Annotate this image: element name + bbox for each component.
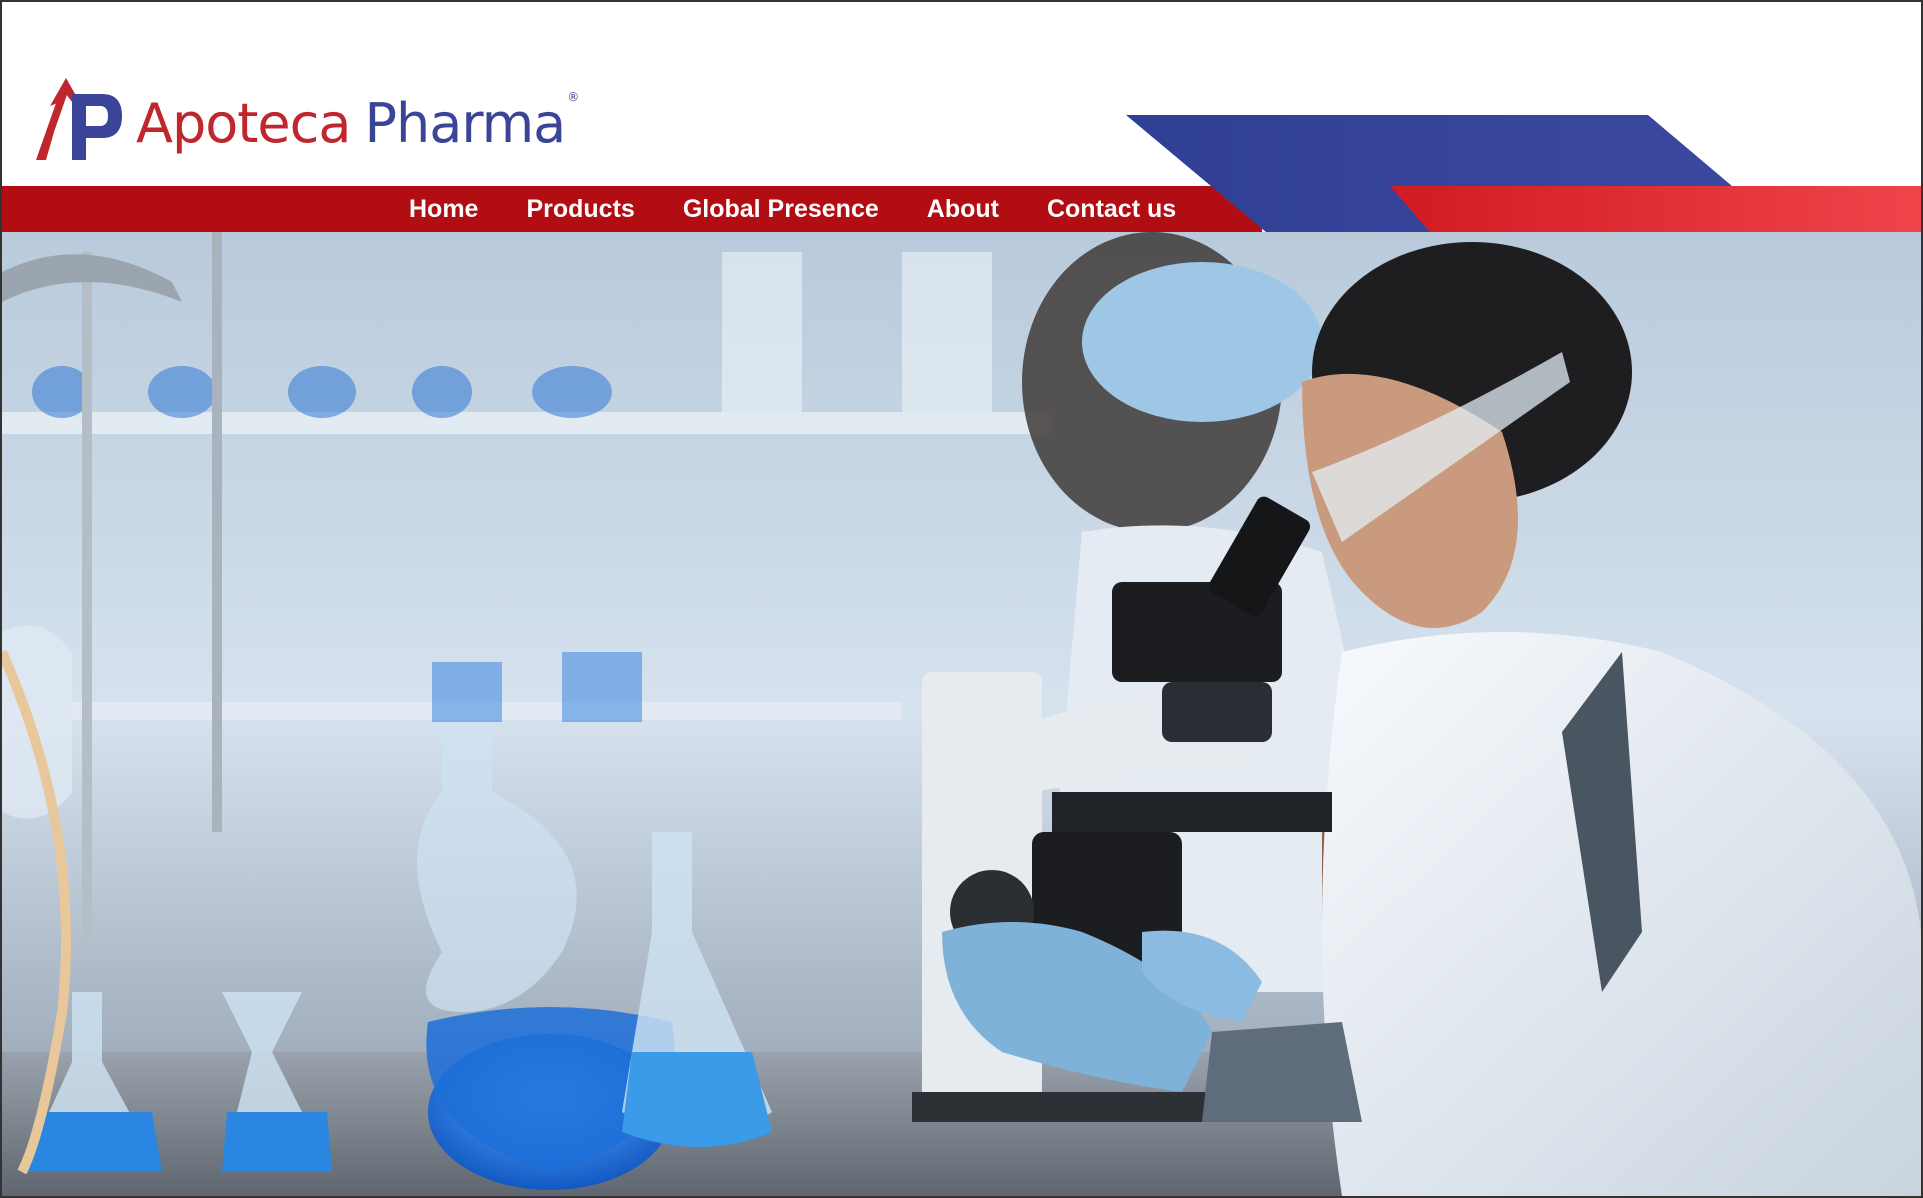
nav-item-home[interactable]: Home: [385, 195, 502, 224]
red-slant-band: [1390, 186, 1921, 232]
nav-item-contact-us[interactable]: Contact us: [1023, 195, 1200, 224]
brand-name-part1: Apoteca: [136, 92, 351, 155]
hero-image: [2, 232, 1921, 1196]
nav-item-global-presence[interactable]: Global Presence: [659, 195, 903, 224]
nav-item-products[interactable]: Products: [502, 195, 658, 224]
brand-logo[interactable]: Apoteca Pharma ®: [32, 76, 579, 164]
registered-mark: ®: [567, 90, 579, 104]
laboratory-scientists-microscope-photo: [2, 232, 1921, 1196]
page: Apoteca Pharma ® Home Products Global Pres…: [0, 0, 1923, 1198]
brand-name: Apoteca Pharma ®: [136, 91, 579, 151]
nav-item-about[interactable]: About: [903, 195, 1023, 224]
blue-slant-band: [1126, 115, 1921, 232]
main-nav: Home Products Global Presence About Cont…: [385, 186, 1200, 232]
brand-name-part2: Pharma: [364, 92, 566, 155]
ap-monogram-logo: [36, 78, 122, 160]
